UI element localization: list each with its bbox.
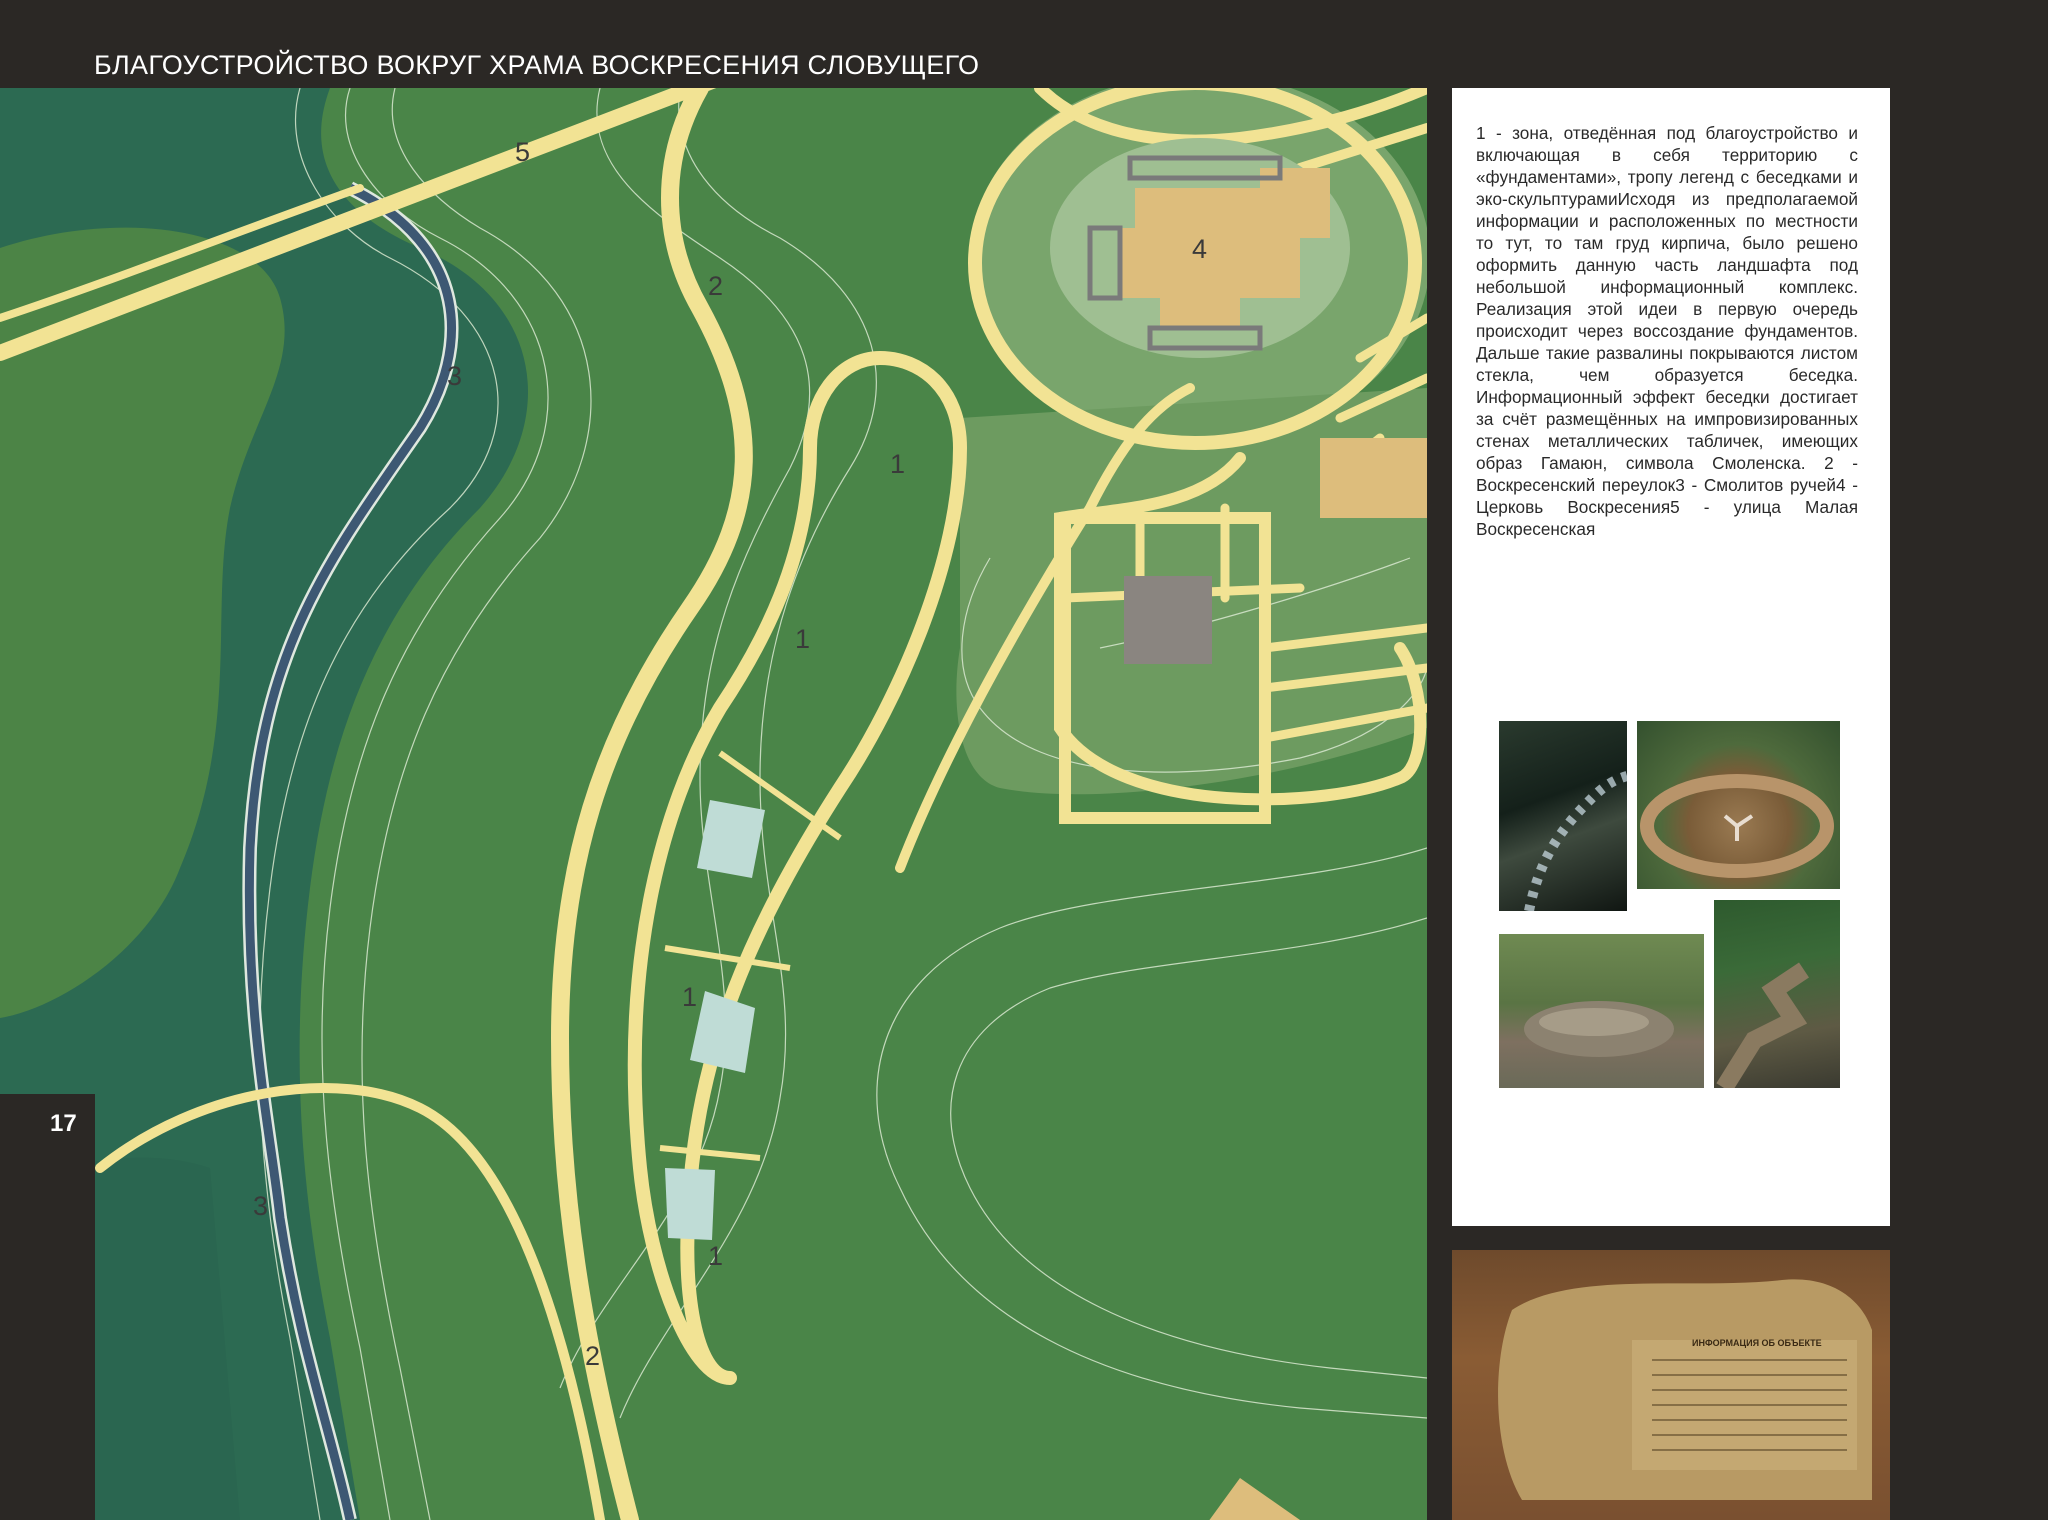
info-plaque-photo: ИНФОРМАЦИЯ ОБ ОБЪЕКТЕ [1452, 1250, 1890, 1520]
church-4-label: 4 [1192, 234, 1207, 264]
tan-plot [1320, 438, 1427, 518]
zone-1-label: 1 [795, 624, 810, 654]
zone-1-label: 1 [708, 1241, 723, 1271]
lane-2-label: 2 [708, 271, 723, 301]
info-panel: 1 - зона, отведённая под благоустройство… [1452, 88, 1890, 1226]
page-number-box [0, 1094, 95, 1520]
lit-path-photo [1499, 721, 1627, 911]
stream-3-label: 3 [447, 361, 462, 391]
street-5-label: 5 [515, 137, 530, 167]
hands-sculpture-photo [1499, 934, 1704, 1088]
nest-sculpture-photo [1637, 721, 1840, 889]
page-number: 17 [50, 1110, 77, 1137]
monument-square [1124, 576, 1212, 664]
page-title: БЛАГОУСТРОЙСТВО ВОКРУГ ХРАМА ВОСКРЕСЕНИЯ… [94, 50, 980, 80]
boardwalk-photo [1714, 900, 1840, 1088]
lane-2-label: 2 [585, 1341, 600, 1371]
zone-1-label: 1 [682, 982, 697, 1012]
stream-3-label: 3 [253, 1191, 268, 1221]
plaque-heading: ИНФОРМАЦИЯ ОБ ОБЪЕКТЕ [1692, 1338, 1822, 1348]
description-text: 1 - зона, отведённая под благоустройство… [1476, 123, 1858, 539]
zone-1-label: 1 [890, 449, 905, 479]
site-plan-map: 1 1 1 1 2 2 3 3 4 5 [0, 88, 1427, 1520]
